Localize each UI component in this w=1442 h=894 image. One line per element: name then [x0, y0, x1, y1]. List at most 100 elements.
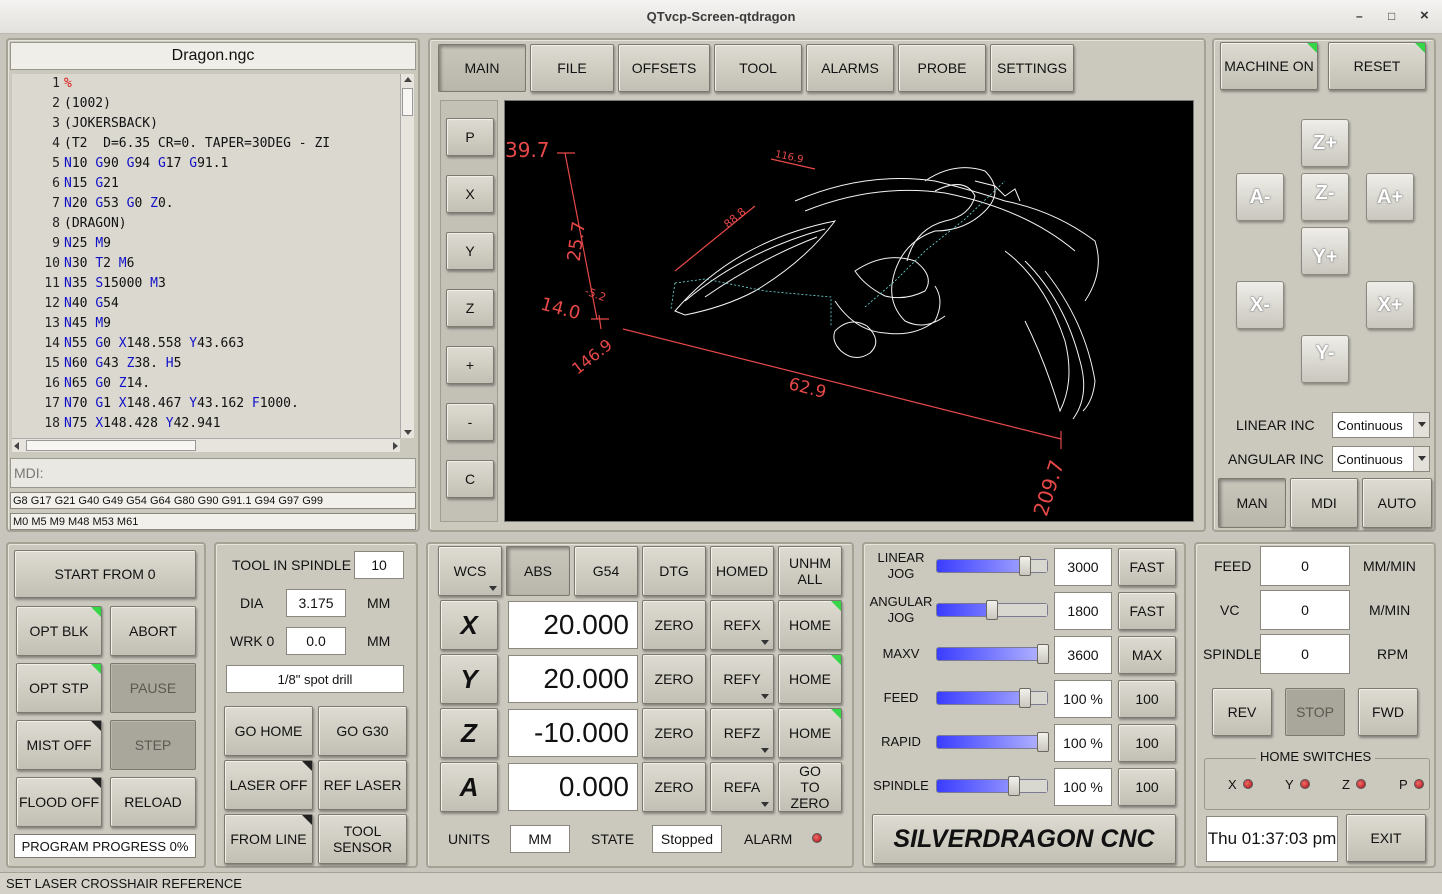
- dtg-button[interactable]: DTG: [642, 546, 706, 596]
- view-button-z[interactable]: Z: [446, 289, 494, 327]
- home-y-button[interactable]: HOME: [778, 654, 842, 704]
- angular-jog-slider-handle[interactable]: [986, 600, 998, 620]
- mdi-input[interactable]: MDI:: [10, 458, 416, 488]
- mode-man-button[interactable]: MAN: [1218, 478, 1286, 528]
- tab-tool[interactable]: TOOL: [714, 44, 802, 92]
- maxv-slider[interactable]: [936, 644, 1049, 664]
- reset-button[interactable]: RESET: [1328, 42, 1426, 90]
- g54-button[interactable]: G54: [574, 546, 638, 596]
- view-button-x[interactable]: X: [446, 175, 494, 213]
- view-button-y[interactable]: Y: [446, 232, 494, 270]
- rapid-label: RAPID: [881, 734, 921, 749]
- maxv-preset-button[interactable]: MAX: [1118, 636, 1176, 674]
- maxv-slider-handle[interactable]: [1036, 644, 1049, 664]
- unhome-all-button[interactable]: UNHM ALL: [778, 546, 842, 596]
- tab-settings[interactable]: SETTINGS: [990, 44, 1074, 92]
- start-from-button[interactable]: START FROM 0: [14, 550, 196, 598]
- spindle-stop-button[interactable]: STOP: [1285, 688, 1345, 736]
- feed-slider[interactable]: [936, 688, 1048, 708]
- axis-y-button[interactable]: Y: [440, 654, 498, 704]
- zero-a-button[interactable]: ZERO: [642, 762, 706, 812]
- spindle-preset-button[interactable]: 100: [1118, 768, 1176, 806]
- tab-file[interactable]: FILE: [530, 44, 614, 92]
- axis-z-button[interactable]: Z: [440, 708, 498, 758]
- preview-dimension-labels: 39.7 25.7 14.0 146.9 62.9 209.7 116.9 88…: [505, 138, 1069, 519]
- flood-label: FLOOD OFF: [18, 794, 100, 810]
- home-x-button[interactable]: HOME: [778, 600, 842, 650]
- home-a-button[interactable]: GO TO ZERO: [778, 762, 842, 812]
- step-button[interactable]: STEP: [110, 720, 196, 770]
- view-button-p[interactable]: P: [446, 118, 494, 156]
- jog-z-minus-button[interactable]: Z-: [1301, 173, 1349, 221]
- angular-jog-slider[interactable]: [936, 600, 1048, 620]
- go-home-button[interactable]: GO HOME: [224, 706, 313, 756]
- jog-y-plus-button[interactable]: Y+: [1301, 227, 1349, 275]
- view-button-zoom-out[interactable]: -: [446, 403, 494, 441]
- mode-mdi-button[interactable]: MDI: [1290, 478, 1358, 528]
- wcs-button[interactable]: WCS: [438, 546, 502, 596]
- zero-y-button[interactable]: ZERO: [642, 654, 706, 704]
- homed-button[interactable]: HOMED: [710, 546, 774, 596]
- spindle-slider-handle[interactable]: [1008, 776, 1020, 796]
- jog-z-plus-button[interactable]: Z+: [1301, 119, 1349, 167]
- view-button-zoom-in[interactable]: +: [446, 346, 494, 384]
- jog-x-plus-button[interactable]: X+: [1366, 281, 1414, 329]
- minimize-icon[interactable]: –: [1356, 9, 1363, 23]
- mist-button[interactable]: MIST OFF: [16, 720, 102, 770]
- rapid-preset-button[interactable]: 100: [1118, 724, 1176, 762]
- angular-jog-preset-button[interactable]: FAST: [1118, 592, 1176, 630]
- axis-x-button[interactable]: X: [440, 600, 498, 650]
- ref-a-button[interactable]: REFA: [710, 762, 774, 812]
- jog-x-minus-button[interactable]: X-: [1236, 281, 1284, 329]
- angular-inc-select[interactable]: Continuous: [1332, 446, 1430, 472]
- feed-preset-button[interactable]: 100: [1118, 680, 1176, 718]
- ref-y-button[interactable]: REFY: [710, 654, 774, 704]
- laser-button[interactable]: LASER OFF: [224, 760, 313, 810]
- abs-button[interactable]: ABS: [506, 546, 570, 596]
- toolpath-preview[interactable]: 39.7 25.7 14.0 146.9 62.9 209.7 116.9 88…: [504, 100, 1194, 522]
- rapid-slider-handle[interactable]: [1036, 732, 1049, 752]
- tab-main[interactable]: MAIN: [438, 44, 526, 92]
- gcode-vscrollbar[interactable]: [400, 74, 414, 438]
- feed-slider-handle[interactable]: [1019, 688, 1031, 708]
- exit-button[interactable]: EXIT: [1346, 814, 1426, 862]
- tab-probe[interactable]: PROBE: [898, 44, 986, 92]
- pause-button[interactable]: PAUSE: [110, 663, 196, 713]
- linear-jog-slider-handle[interactable]: [1019, 556, 1031, 576]
- linear-jog-slider[interactable]: [936, 556, 1048, 576]
- home-z-button[interactable]: HOME: [778, 708, 842, 758]
- zero-x-button[interactable]: ZERO: [642, 600, 706, 650]
- code-token: H: [165, 356, 174, 371]
- go-g30-button[interactable]: GO G30: [318, 706, 407, 756]
- spindle-slider[interactable]: [936, 776, 1048, 796]
- axis-a-button[interactable]: A: [440, 762, 498, 812]
- tab-offsets[interactable]: OFFSETS: [618, 44, 710, 92]
- opt-blk-button[interactable]: OPT BLK: [16, 606, 102, 656]
- view-button-clear[interactable]: C: [446, 460, 494, 498]
- jog-a-plus-button[interactable]: A+: [1366, 173, 1414, 221]
- flood-button[interactable]: FLOOD OFF: [16, 777, 102, 827]
- opt-stp-button[interactable]: OPT STP: [16, 663, 102, 713]
- spindle-fwd-button[interactable]: FWD: [1358, 688, 1418, 736]
- abort-button[interactable]: ABORT: [110, 606, 196, 656]
- linear-jog-preset-button[interactable]: FAST: [1118, 548, 1176, 586]
- mode-auto-button[interactable]: AUTO: [1362, 478, 1432, 528]
- ref-laser-button[interactable]: REF LASER: [318, 760, 407, 810]
- linear-inc-select[interactable]: Continuous: [1332, 412, 1430, 438]
- tab-alarms[interactable]: ALARMS: [806, 44, 894, 92]
- ref-z-button[interactable]: REFZ: [710, 708, 774, 758]
- tool-sensor-button[interactable]: TOOL SENSOR: [318, 814, 407, 864]
- machine-on-button[interactable]: MACHINE ON: [1220, 42, 1318, 90]
- gcode-hscrollbar[interactable]: [12, 438, 400, 452]
- ref-x-button[interactable]: REFX: [710, 600, 774, 650]
- rapid-slider[interactable]: [936, 732, 1049, 752]
- jog-a-minus-button[interactable]: A-: [1236, 173, 1284, 221]
- jog-y-minus-button[interactable]: Y-: [1301, 335, 1349, 383]
- from-line-button[interactable]: FROM LINE: [224, 814, 313, 864]
- gcode-editor[interactable]: 1% 2 (1002) 3 (JOKERSBACK) 4 (T2 D=6.35 CR=0. …: [12, 74, 406, 438]
- spindle-rev-button[interactable]: REV: [1212, 688, 1272, 736]
- maximize-icon[interactable]: □: [1388, 9, 1395, 23]
- close-icon[interactable]: ×: [1420, 7, 1429, 24]
- reload-button[interactable]: RELOAD: [110, 777, 196, 827]
- zero-z-button[interactable]: ZERO: [642, 708, 706, 758]
